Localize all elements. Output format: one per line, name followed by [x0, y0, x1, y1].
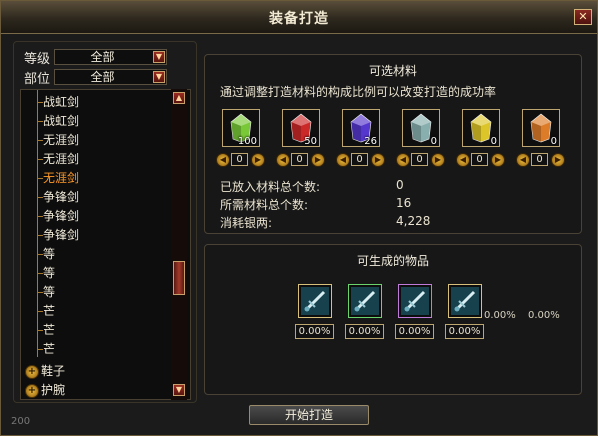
tree-item[interactable]: 争锋剑 — [43, 226, 79, 244]
material-slot[interactable]: 0 — [402, 109, 440, 147]
decrease-icon[interactable]: ◀ — [336, 153, 350, 167]
scroll-thumb[interactable] — [173, 261, 185, 295]
tree-item[interactable]: 等 — [43, 245, 55, 263]
materials-title: 可选材料 — [368, 64, 417, 78]
tree-item[interactable]: 争锋剑 — [43, 188, 79, 206]
tree-item[interactable]: 无涯剑 — [43, 131, 79, 149]
stat-value-placed: 0 — [396, 178, 404, 192]
tree-item[interactable]: 无涯剑 — [43, 150, 79, 168]
weapon-icon — [351, 287, 379, 315]
tree-item[interactable]: 争锋剑 — [43, 207, 79, 225]
extra-rate-2: 0.00% — [528, 310, 560, 321]
material-count: 26 — [364, 136, 377, 147]
decrease-icon[interactable]: ◀ — [396, 153, 410, 167]
product-success-rate: 0.00% — [295, 324, 334, 339]
tree-item[interactable]: 无涯剑 — [43, 169, 79, 187]
tree-scrollbar[interactable]: ▲ ▼ — [171, 89, 187, 400]
expand-icon[interactable]: + — [25, 384, 39, 398]
product-weapon-gold[interactable] — [448, 284, 482, 318]
material-amount[interactable]: 0 — [471, 153, 488, 166]
increase-icon[interactable]: ▶ — [551, 153, 565, 167]
tree-group[interactable]: 护腕 — [41, 381, 65, 399]
slot-select[interactable]: 全部 ▼ — [54, 69, 167, 85]
stat-label-required: 所需材料总个数: — [220, 198, 309, 212]
stat-label-silver: 消耗银两: — [220, 216, 273, 230]
material-amount[interactable]: 0 — [231, 153, 248, 166]
product-weapon-purple[interactable] — [398, 284, 432, 318]
scroll-up-icon[interactable]: ▲ — [173, 92, 185, 104]
tree-item[interactable]: 战虹剑 — [43, 112, 79, 130]
stat-label-placed: 已放入材料总个数: — [220, 180, 321, 194]
material-count: 0 — [430, 136, 437, 147]
tree-item[interactable]: 芒 — [43, 321, 55, 339]
tree-item[interactable]: 芒 — [43, 302, 55, 320]
scroll-down-icon[interactable]: ▼ — [173, 384, 185, 396]
weapon-icon — [401, 287, 429, 315]
material-slot[interactable]: 100 — [222, 109, 260, 147]
stat-value-required: 16 — [396, 196, 412, 210]
product-success-rate: 0.00% — [395, 324, 434, 339]
window-title: 装备打造 — [269, 11, 329, 27]
material-count: 0 — [490, 136, 497, 147]
material-amount[interactable]: 0 — [411, 153, 428, 166]
tree-item[interactable]: 等 — [43, 264, 55, 282]
level-select[interactable]: 全部 ▼ — [54, 49, 167, 65]
decrease-icon[interactable]: ◀ — [456, 153, 470, 167]
material-amount[interactable]: 0 — [531, 153, 548, 166]
level-select-value: 全部 — [90, 50, 115, 64]
product-weapon-white[interactable] — [298, 284, 332, 318]
equipment-tree[interactable]: 战虹剑 战虹剑 无涯剑 无涯剑 无涯剑 争锋剑 争锋剑 争锋剑等等等芒芒芒 + 鞋子 + 护腕 — [20, 89, 191, 400]
material-amount[interactable]: 0 — [351, 153, 368, 166]
weapon-icon — [451, 287, 479, 315]
decrease-icon[interactable]: ◀ — [276, 153, 290, 167]
level-filter-label: 等级 — [24, 52, 51, 67]
material-amount[interactable]: 0 — [291, 153, 308, 166]
stat-value-silver: 4,228 — [396, 214, 431, 228]
start-forging-button[interactable]: 开始打造 — [249, 405, 369, 425]
increase-icon[interactable]: ▶ — [311, 153, 325, 167]
increase-icon[interactable]: ▶ — [491, 153, 505, 167]
material-slot[interactable]: 50 — [282, 109, 320, 147]
slot-filter-label: 部位 — [24, 72, 51, 87]
products-title: 可生成的物品 — [356, 254, 429, 268]
slot-select-value: 全部 — [90, 70, 115, 84]
material-count: 50 — [304, 136, 317, 147]
chevron-down-icon[interactable]: ▼ — [153, 71, 165, 83]
material-slot[interactable]: 0 — [522, 109, 560, 147]
title-bar[interactable]: 装备打造 ✕ — [1, 1, 597, 34]
forging-window: 装备打造 ✕ 等级 全部 ▼ 部位 全部 ▼ 战虹剑 战虹剑 无涯剑 无涯剑 无涯剑 争锋… — [0, 0, 598, 436]
materials-description: 通过调整打造材料的构成比例可以改变打造的成功率 — [220, 85, 497, 99]
tree-connector-line — [37, 90, 38, 357]
product-success-rate: 0.00% — [345, 324, 384, 339]
weapon-icon — [301, 287, 329, 315]
close-icon[interactable]: ✕ — [574, 9, 592, 25]
decrease-icon[interactable]: ◀ — [516, 153, 530, 167]
material-slot[interactable]: 26 — [342, 109, 380, 147]
extra-rate-1: 0.00% — [484, 310, 516, 321]
expand-icon[interactable]: + — [25, 365, 39, 379]
material-count: 0 — [550, 136, 557, 147]
product-weapon-green[interactable] — [348, 284, 382, 318]
increase-icon[interactable]: ▶ — [251, 153, 265, 167]
material-slot[interactable]: 0 — [462, 109, 500, 147]
chevron-down-icon[interactable]: ▼ — [153, 51, 165, 63]
increase-icon[interactable]: ▶ — [371, 153, 385, 167]
tree-group[interactable]: 鞋子 — [41, 362, 65, 380]
products-panel: 可生成的物品 — [204, 244, 582, 395]
footer-number: 200 — [11, 416, 31, 427]
increase-icon[interactable]: ▶ — [431, 153, 445, 167]
material-count: 100 — [237, 136, 257, 147]
product-success-rate: 0.00% — [445, 324, 484, 339]
tree-item[interactable]: 战虹剑 — [43, 93, 79, 111]
tree-item[interactable]: 等 — [43, 283, 55, 301]
decrease-icon[interactable]: ◀ — [216, 153, 230, 167]
tree-item[interactable]: 芒 — [43, 340, 55, 358]
